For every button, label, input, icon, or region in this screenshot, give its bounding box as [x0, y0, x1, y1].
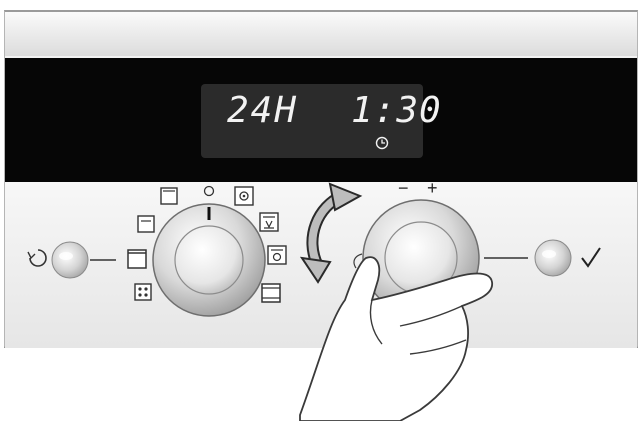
fan-icon [234, 186, 254, 206]
controls-overlay: − + [27, 178, 601, 421]
rotate-arrow-icon [299, 182, 363, 284]
bottom-heat-icon [137, 215, 155, 233]
minus-label: − [398, 178, 409, 198]
plus-label: + [427, 178, 438, 198]
mode-selector-knob[interactable] [152, 203, 266, 317]
top-bottom-icon [127, 249, 147, 269]
fan-grill-icon [267, 245, 287, 265]
checkmark-icon [581, 247, 601, 268]
left-push-button[interactable] [51, 241, 89, 279]
grill-icon [259, 212, 279, 232]
right-push-button[interactable] [534, 239, 572, 277]
top-heat-icon [160, 187, 178, 205]
off-icon [203, 185, 215, 197]
conventional-icon [261, 283, 281, 303]
defrost-icon [134, 283, 152, 301]
power-cycle-icon [27, 249, 47, 267]
